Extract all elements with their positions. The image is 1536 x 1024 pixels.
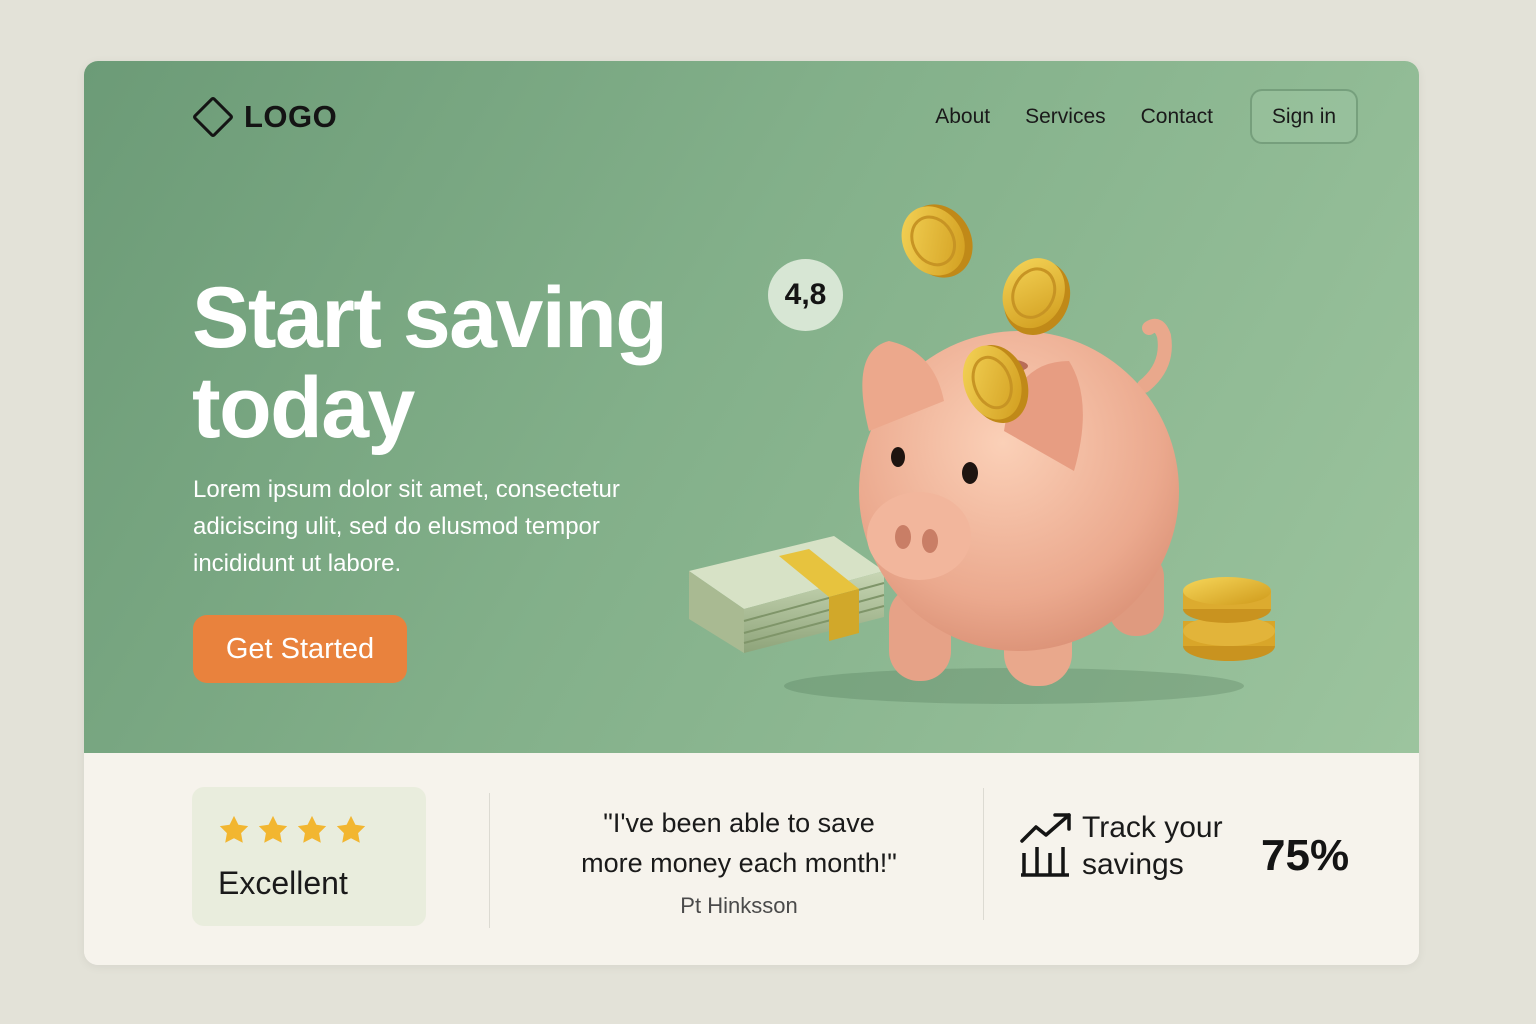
rating-card: Excellent	[192, 787, 426, 926]
piggy-bank-illustration	[689, 204, 1275, 704]
nav-services[interactable]: Services	[1025, 105, 1106, 129]
landing-card: LOGO About Services Contact Sign in Star…	[84, 61, 1419, 965]
pig-snout	[867, 492, 971, 580]
logo-diamond-icon	[191, 95, 235, 139]
falling-coin-2	[1002, 258, 1071, 335]
logo[interactable]: LOGO	[190, 94, 337, 140]
pig-nostril-right	[922, 529, 938, 553]
nav-about[interactable]: About	[935, 105, 990, 129]
rating-label: Excellent	[218, 865, 348, 901]
star-icon	[297, 815, 327, 843]
star-icon	[219, 815, 249, 843]
track-savings-label: Track your savings	[1082, 809, 1223, 883]
falling-coin-1	[901, 204, 973, 278]
get-started-button[interactable]: Get Started	[193, 615, 407, 683]
cash-stack	[689, 536, 885, 653]
pig-nostril-left	[895, 525, 911, 549]
pig-eye-left	[891, 447, 905, 467]
track-line-2: savings	[1082, 848, 1184, 881]
nav-contact[interactable]: Contact	[1141, 105, 1213, 129]
star-rating	[216, 813, 369, 847]
quote-line-2: more money each month!"	[581, 848, 897, 878]
growth-chart-icon	[1020, 813, 1071, 877]
divider	[489, 793, 490, 928]
rating-badge: 4,8	[768, 259, 843, 331]
testimonial-author: Pt Hinksson	[680, 893, 798, 918]
star-icon	[336, 815, 366, 843]
testimonial-quote: "I've been able to save more money each …	[534, 803, 944, 883]
features-strip: Excellent "I've been able to save more m…	[84, 753, 1419, 965]
track-line-1: Track your	[1082, 811, 1223, 844]
savings-percent: 75%	[1261, 831, 1350, 880]
pig-eye-right	[962, 462, 978, 484]
logo-text: LOGO	[244, 99, 338, 134]
quote-line-1: "I've been able to save	[603, 808, 875, 838]
star-icon	[258, 815, 288, 843]
divider	[983, 788, 984, 920]
coin-stack	[1183, 577, 1275, 661]
hero-section: LOGO About Services Contact Sign in Star…	[84, 61, 1419, 753]
pig-tail	[1137, 318, 1172, 393]
